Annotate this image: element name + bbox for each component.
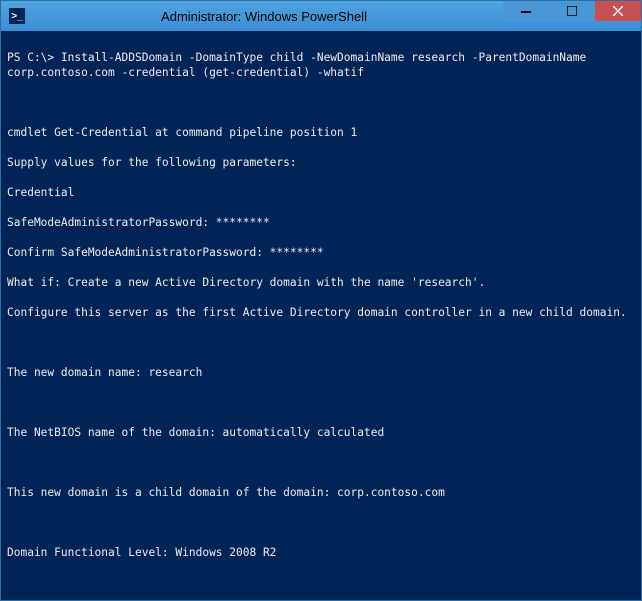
console-line: What if: Create a new Active Directory d… [7,275,635,290]
close-icon [613,6,623,16]
maximize-icon [567,6,577,16]
minimize-icon [521,6,531,16]
window-title: Administrator: Windows PowerShell [25,9,503,24]
console-blank [7,455,635,470]
console-line: This new domain is a child domain of the… [7,485,635,500]
console-line: Credential [7,185,635,200]
powershell-window: >_ Administrator: Windows PowerShell PS … [0,0,642,601]
console-line: Configure this server as the first Activ… [7,305,635,320]
console-line: Supply values for the following paramete… [7,155,635,170]
console-blank [7,575,635,590]
titlebar[interactable]: >_ Administrator: Windows PowerShell [1,1,641,31]
console-line: Domain Functional Level: Windows 2008 R2 [7,545,635,560]
minimize-button[interactable] [503,1,549,21]
console-blank [7,515,635,530]
console-blank [7,395,635,410]
powershell-icon: >_ [9,8,25,24]
console-line: Confirm SafeModeAdministratorPassword: *… [7,245,635,260]
console-line: The new domain name: research [7,365,635,380]
console-area[interactable]: PS C:\> Install-ADDSDomain -DomainType c… [1,31,641,600]
console-line: PS C:\> Install-ADDSDomain -DomainType c… [7,50,635,80]
maximize-button[interactable] [549,1,595,21]
console-line: SafeModeAdministratorPassword: ******** [7,215,635,230]
console-line: cmdlet Get-Credential at command pipelin… [7,125,635,140]
console-line: The NetBIOS name of the domain: automati… [7,425,635,440]
window-controls [503,1,641,31]
close-button[interactable] [595,1,641,21]
console-blank [7,335,635,350]
console-blank [7,95,635,110]
